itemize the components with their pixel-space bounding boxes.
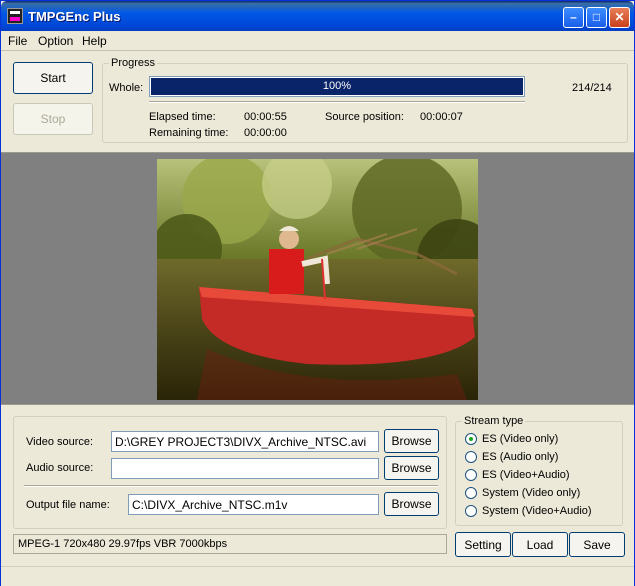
maximize-button[interactable]: □ [586,7,607,28]
progress-divider [149,101,525,103]
title-bar[interactable]: TMPGEnc Plus – □ ✕ [1,1,634,31]
progress-group: Progress Whole: 100% 214/214 Elapsed tim… [102,57,628,143]
main-window: TMPGEnc Plus – □ ✕ File Option Help Star… [0,0,635,586]
audio-source-label: Audio source: [26,462,94,474]
source-group: Video source: D:\GREY PROJECT3\DIVX_Arch… [13,416,447,529]
remaining-value: 00:00:00 [244,127,287,139]
radio-unchecked-icon [465,487,477,499]
remaining-label: Remaining time: [149,127,229,139]
radio-system-video-label: System (Video only) [482,487,581,499]
stop-button[interactable]: Stop [13,103,93,135]
radio-es-video[interactable]: ES (Video only) [465,433,558,445]
menu-option[interactable]: Option [38,34,73,48]
elapsed-label: Elapsed time: [149,111,216,123]
start-button[interactable]: Start [13,62,93,94]
video-preview [157,159,478,400]
stream-type-label: Stream type [462,415,526,427]
app-film-icon[interactable] [7,8,23,24]
radio-es-audio[interactable]: ES (Audio only) [465,451,558,463]
settings-panel: Video source: D:\GREY PROJECT3\DIVX_Arch… [1,406,634,586]
status-bar [1,566,634,586]
browse-video-button[interactable]: Browse [384,429,439,453]
elapsed-value: 00:00:55 [244,111,287,123]
progress-group-label: Progress [109,57,158,69]
browse-audio-button[interactable]: Browse [384,456,439,480]
source-position-value: 00:00:07 [420,111,463,123]
close-button[interactable]: ✕ [609,7,630,28]
save-button[interactable]: Save [569,532,625,557]
radio-es-audio-label: ES (Audio only) [482,451,559,463]
whole-label: Whole: [109,82,144,94]
format-status: MPEG-1 720x480 29.97fps VBR 7000kbps [13,534,447,554]
menu-bar: File Option Help [1,31,634,51]
radio-system-video-audio[interactable]: System (Video+Audio) [465,505,592,517]
radio-unchecked-icon [465,505,477,517]
video-source-label: Video source: [26,436,94,448]
stream-type-group: Stream type ES (Video only) ES (Audio on… [455,415,623,526]
window-title: TMPGEnc Plus [28,9,121,24]
progress-percent: 100% [322,80,352,92]
source-position-label: Source position: [325,111,404,123]
radio-es-video-audio[interactable]: ES (Video+Audio) [465,469,570,481]
setting-button[interactable]: Setting [455,532,511,557]
source-divider [24,485,438,487]
radio-unchecked-icon [465,469,477,481]
audio-source-input[interactable] [111,458,379,479]
output-file-input[interactable]: C:\DIVX_Archive_NTSC.m1v [128,494,379,515]
minimize-button[interactable]: – [563,7,584,28]
frame-count: 214/214 [572,82,612,94]
control-panel: Start Stop Progress Whole: 100% 214/214 … [1,52,634,152]
radio-unchecked-icon [465,451,477,463]
video-source-input[interactable]: D:\GREY PROJECT3\DIVX_Archive_NTSC.avi [111,431,379,452]
radio-checked-icon [465,433,477,445]
preview-area [1,152,634,405]
radio-es-video-audio-label: ES (Video+Audio) [482,469,570,481]
radio-system-video[interactable]: System (Video only) [465,487,580,499]
menu-help[interactable]: Help [82,34,107,48]
load-button[interactable]: Load [512,532,568,557]
browse-output-button[interactable]: Browse [384,492,439,516]
menu-file[interactable]: File [8,34,27,48]
radio-es-video-label: ES (Video only) [482,433,559,445]
video-frame-image [157,159,478,400]
whole-progress-bar: 100% [149,76,525,97]
output-file-label: Output file name: [26,499,110,511]
radio-system-video-audio-label: System (Video+Audio) [482,505,592,517]
